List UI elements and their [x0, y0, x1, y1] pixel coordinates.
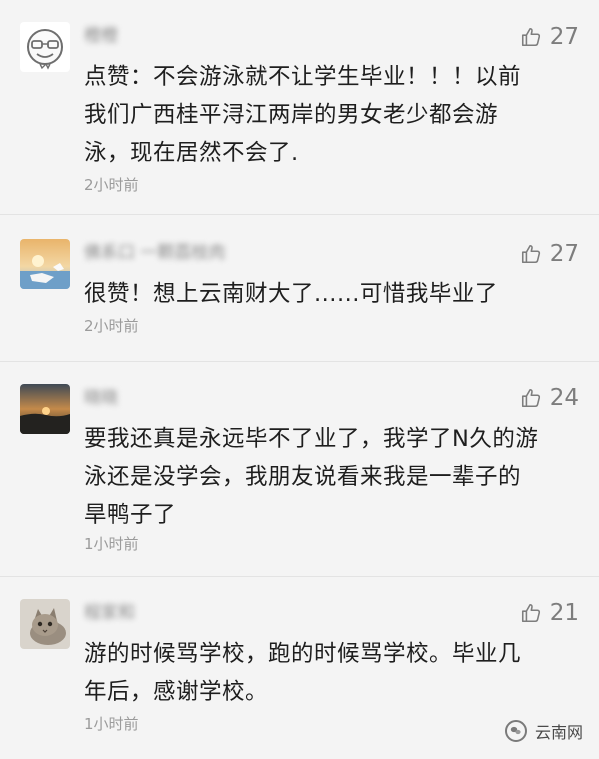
- like-count: 27: [549, 241, 579, 267]
- comment-time: 1小时前: [84, 535, 139, 553]
- thumbs-up-icon: [521, 27, 540, 47]
- comment-line: 游的时候骂学校，跑的时候骂学校。毕业几: [84, 641, 522, 667]
- like-count: 27: [549, 24, 579, 50]
- comment-line: 泳还是没学会，我朋友说看来我是一辈子的: [84, 464, 522, 490]
- comment-time: 2小时前: [84, 317, 139, 335]
- emoji-face-avatar: [20, 22, 70, 72]
- comment-line: 很赞！想上云南财大了......可惜我毕业了: [84, 281, 498, 307]
- comment-line: 泳，现在居然不会了.: [84, 140, 299, 166]
- avatar[interactable]: [20, 599, 70, 649]
- kitten-avatar: [20, 599, 70, 649]
- comment-text: 点赞：不会游泳就不让学生毕业！！！以前 我们广西桂平浔江两岸的男女老少都会游 泳…: [84, 58, 574, 172]
- sunset-sea-avatar: [20, 239, 70, 289]
- comment-line: 年后，感谢学校。: [84, 679, 269, 705]
- thumbs-up-icon: [521, 244, 540, 264]
- username[interactable]: 程家和: [84, 604, 135, 622]
- avatar[interactable]: [20, 239, 70, 289]
- comment-text: 要我还真是永远毕不了业了，我学了N久的游 泳还是没学会，我朋友说看来我是一辈子的…: [84, 420, 574, 534]
- avatar[interactable]: [20, 384, 70, 434]
- thumbs-up-icon: [521, 388, 540, 408]
- comment-line: 点赞：不会游泳就不让学生毕业！！！以前: [84, 64, 522, 90]
- comment-item: 橙橙 27 点赞：不会游泳就不让学生毕业！！！以前 我们广西桂平浔江两岸的男女老…: [0, 0, 599, 215]
- comment-item: 晓晓 24 要我还真是永远毕不了业了，我学了N久的游 泳还是没学会，我朋友说看来…: [0, 362, 599, 577]
- like-button[interactable]: 27: [520, 239, 579, 269]
- comment-text: 游的时候骂学校，跑的时候骂学校。毕业几 年后，感谢学校。: [84, 635, 574, 711]
- comment-line: 旱鸭子了: [84, 502, 177, 528]
- comment-time: 1小时前: [84, 715, 139, 733]
- thumbs-up-icon: [521, 603, 540, 623]
- comment-text: 很赞！想上云南财大了......可惜我毕业了: [84, 275, 574, 313]
- username[interactable]: 晓晓: [84, 389, 118, 407]
- like-button[interactable]: 21: [520, 598, 579, 628]
- like-button[interactable]: 24: [520, 383, 579, 413]
- comment-item: 佛系口 一颗荔枝肉 27 很赞！想上云南财大了......可惜我毕业了 2小时前: [0, 215, 599, 362]
- comment-list: 橙橙 27 点赞：不会游泳就不让学生毕业！！！以前 我们广西桂平浔江两岸的男女老…: [0, 0, 599, 759]
- comment-time: 2小时前: [84, 176, 139, 194]
- like-count: 24: [549, 385, 579, 411]
- username[interactable]: 佛系口 一颗荔枝肉: [84, 244, 225, 262]
- like-button[interactable]: 27: [520, 22, 579, 52]
- username[interactable]: 橙橙: [84, 27, 118, 45]
- comment-line: 要我还真是永远毕不了业了，我学了N久的游: [84, 426, 539, 452]
- comment-line: 我们广西桂平浔江两岸的男女老少都会游: [84, 102, 499, 128]
- avatar[interactable]: [20, 22, 70, 72]
- wechat-logo-icon: [504, 720, 527, 742]
- watermark: 云南网: [504, 719, 583, 743]
- like-count: 21: [549, 600, 579, 626]
- dusk-landscape-avatar: [20, 384, 70, 434]
- watermark-label: 云南网: [534, 723, 583, 742]
